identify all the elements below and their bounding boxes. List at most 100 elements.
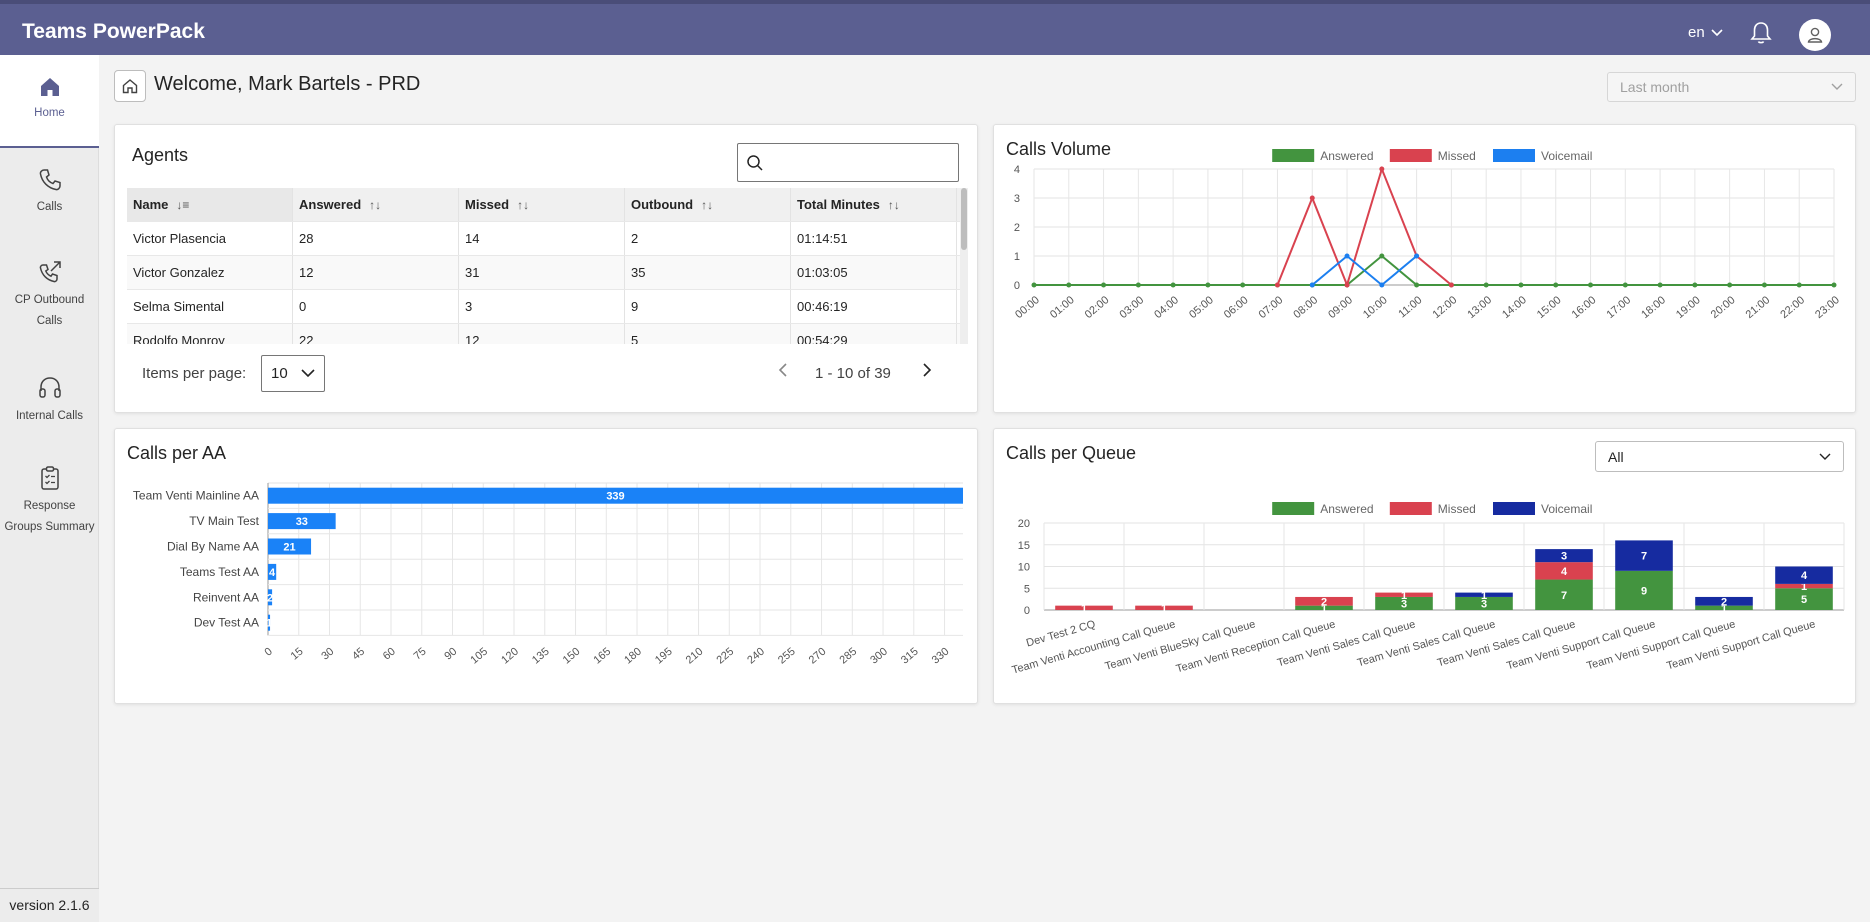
sidebar-item-cp-outbound-calls[interactable]: CP Outbound Calls — [0, 258, 99, 332]
user-avatar[interactable] — [1799, 19, 1831, 51]
bar-value-label: 5 — [1801, 594, 1807, 606]
x-tick-label: 05:00 — [1187, 294, 1216, 321]
x-tick-label: 17:00 — [1604, 294, 1633, 321]
x-tick-label: Team Venti Support Call Queue — [1665, 618, 1816, 672]
y-tick-label: 0 — [1014, 280, 1020, 292]
data-point — [1135, 282, 1141, 288]
column-header-name[interactable]: Name ↓≡ — [127, 188, 293, 221]
x-tick-label: 14:00 — [1500, 294, 1529, 321]
x-tick-label: 19:00 — [1674, 294, 1703, 321]
data-point — [1066, 282, 1072, 288]
data-point — [1796, 282, 1802, 288]
items-per-page-select[interactable]: 10 — [261, 355, 325, 392]
page-title: Welcome, Mark Bartels - PRD — [154, 73, 421, 95]
x-tick-label: 150 — [561, 646, 583, 667]
table-row[interactable]: Victor Gonzalez 12 31 35 01:03:05 — [127, 256, 961, 290]
column-header-answered[interactable]: Answered ↑↓ — [293, 188, 459, 221]
x-tick-label: 60 — [381, 646, 398, 663]
x-tick-label: 08:00 — [1291, 294, 1320, 321]
y-tick-label: 0 — [1024, 605, 1030, 617]
sidebar-item-calls[interactable]: Calls — [0, 167, 99, 218]
legend-swatch — [1493, 149, 1535, 162]
sidebar-item-home[interactable]: Home — [0, 55, 99, 148]
y-tick-label: 15 — [1018, 540, 1030, 552]
headset-icon — [38, 377, 61, 398]
next-page-button[interactable] — [922, 363, 932, 382]
table-row[interactable]: Rodolfo Monroy 22 12 5 00:54:29 — [127, 324, 961, 344]
table-row[interactable]: Victor Plasencia 28 14 2 01:14:51 — [127, 222, 961, 256]
cell-answered: 12 — [293, 256, 459, 289]
bar-value-label: 7 — [1561, 590, 1567, 602]
legend-label: Missed — [1438, 149, 1476, 163]
column-header-outbound[interactable]: Outbound ↑↓ — [625, 188, 791, 221]
x-tick-label: 120 — [499, 646, 521, 667]
x-tick-label: 90 — [442, 646, 459, 663]
cell-total-minutes: 01:14:51 — [791, 222, 957, 255]
chevron-right-icon — [923, 363, 932, 377]
y-category-label: Reinvent AA — [193, 590, 259, 604]
table-row[interactable]: Selma Simental 0 3 9 00:46:19 — [127, 290, 961, 324]
calls-per-queue-card: Calls per Queue All Answered Missed Voicem… — [993, 428, 1856, 704]
table-scrollbar[interactable] — [960, 188, 968, 344]
y-tick-label: 3 — [1014, 193, 1020, 205]
cell-missed: 31 — [459, 256, 625, 289]
chevron-down-icon — [1711, 28, 1723, 36]
data-point — [1170, 282, 1176, 288]
x-tick-label: 195 — [653, 646, 675, 667]
period-value: Last month — [1620, 79, 1690, 95]
x-tick-label: 09:00 — [1326, 294, 1355, 321]
data-point — [1692, 282, 1698, 288]
x-tick-label: Team Venti Sales Call Queue — [1276, 618, 1417, 669]
items-per-page-value: 10 — [271, 365, 288, 382]
data-point — [1379, 282, 1385, 288]
home-button[interactable] — [114, 70, 146, 102]
cell-answered: 28 — [293, 222, 459, 255]
person-icon — [1807, 27, 1823, 43]
x-tick-label: 225 — [714, 646, 736, 667]
legend-label: Missed — [1438, 502, 1476, 516]
column-header-label: Missed — [465, 197, 510, 212]
column-header-missed[interactable]: Missed ↑↓ — [459, 188, 625, 221]
cell-answered: 22 — [293, 324, 459, 344]
y-tick-label: 20 — [1018, 518, 1030, 530]
period-dropdown[interactable]: Last month — [1607, 72, 1856, 102]
data-point — [1657, 282, 1663, 288]
data-point — [1309, 282, 1315, 288]
legend-label: Voicemail — [1541, 502, 1592, 516]
bell-icon[interactable] — [1747, 19, 1775, 47]
chevron-left-icon — [778, 363, 787, 377]
sort-icon: ↑↓ — [517, 197, 530, 212]
legend-label: Voicemail — [1541, 149, 1592, 163]
sidebar-item-internal-calls[interactable]: Internal Calls — [0, 374, 99, 427]
x-tick-label: 300 — [868, 646, 890, 667]
agents-card: Agents Name ↓≡ Answered ↑↓ Missed ↑↓ Outbou… — [114, 124, 978, 413]
column-header-label: Answered — [299, 197, 362, 212]
bar-value-label: 33 — [296, 516, 308, 528]
agents-search-input[interactable] — [737, 143, 959, 182]
x-tick-label: 21:00 — [1744, 294, 1773, 321]
data-point — [1414, 282, 1420, 288]
phone-icon — [39, 169, 61, 191]
cell-name: Selma Simental — [127, 290, 293, 323]
cell-total-minutes: 00:54:29 — [791, 324, 957, 344]
top-bar: Teams PowerPack en — [0, 0, 1870, 55]
scrollbar-thumb[interactable] — [961, 188, 967, 250]
agents-table: Name ↓≡ Answered ↑↓ Missed ↑↓ Outbound ↑↓ To… — [127, 188, 961, 344]
data-point — [1344, 282, 1350, 288]
sort-desc-icon: ↓≡ — [176, 197, 190, 212]
y-tick-label: 10 — [1018, 562, 1030, 574]
previous-page-button[interactable] — [778, 363, 788, 382]
app-title: Teams PowerPack — [22, 20, 205, 43]
y-tick-label: 5 — [1024, 583, 1030, 595]
sidebar-item-response-groups-summary[interactable]: Response Groups Summary — [0, 464, 99, 538]
y-category-label: Dial By Name AA — [167, 540, 259, 554]
language-selector[interactable]: en — [1688, 24, 1723, 41]
column-header-total-minutes[interactable]: Total Minutes ↑↓ — [791, 188, 957, 221]
sidebar-item-label: Response Groups Summary — [4, 500, 95, 533]
legend-swatch — [1493, 502, 1535, 515]
x-tick-label: 10:00 — [1361, 294, 1390, 321]
x-tick-label: 285 — [837, 646, 859, 667]
bar-value-label: 1 — [1161, 603, 1167, 615]
x-tick-label: 12:00 — [1431, 294, 1460, 321]
x-tick-label: Team Venti Sales Call Queue — [1356, 618, 1497, 669]
